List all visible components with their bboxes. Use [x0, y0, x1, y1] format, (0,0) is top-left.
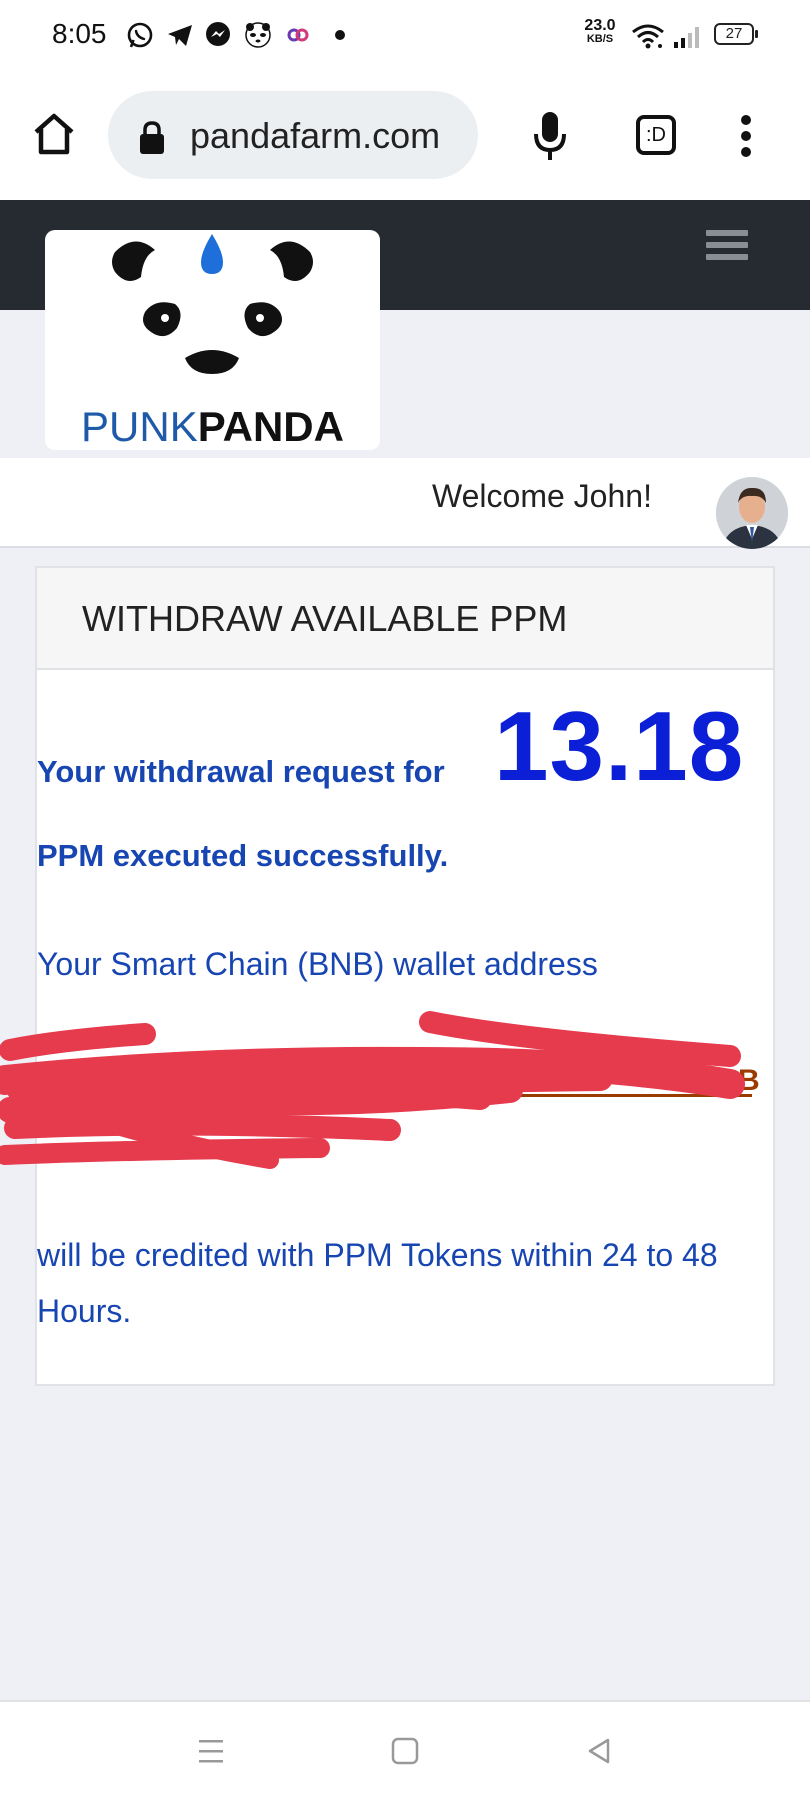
avatar[interactable] [716, 477, 788, 549]
net-speed: 23.0 KB/S [580, 18, 620, 45]
messenger-icon [206, 22, 230, 46]
welcome-message: Welcome John! [432, 478, 652, 514]
welcome-strip [0, 458, 810, 548]
link-app-icon [287, 28, 309, 42]
wifi-icon [632, 24, 664, 49]
lock-icon[interactable] [136, 120, 168, 156]
tab-switcher-icon[interactable]: :D [636, 115, 676, 155]
card-title: WITHDRAW AVAILABLE PPM [82, 598, 568, 639]
telegram-icon [168, 25, 192, 46]
whatsapp-icon [127, 22, 153, 48]
home-icon[interactable] [30, 110, 78, 158]
microphone-icon[interactable] [530, 108, 570, 164]
success-message-line1: Your withdrawal request for [37, 754, 445, 789]
brand-part-punk: PUNK [81, 403, 198, 450]
success-message-line2: PPM executed successfully. [37, 838, 449, 873]
status-time: 8:05 [52, 18, 107, 49]
credit-message: will be credited with PPM Tokens within … [37, 1237, 718, 1329]
user-avatar-icon [716, 477, 788, 549]
net-speed-unit: KB/S [586, 33, 614, 45]
dot-icon [335, 30, 345, 40]
more-vertical-icon[interactable] [736, 112, 756, 160]
panda-app-icon [245, 22, 271, 48]
battery-icon: 27 [714, 23, 758, 45]
net-speed-value: 23.0 [584, 17, 616, 34]
recent-apps-icon[interactable] [196, 1736, 226, 1766]
hamburger-menu-icon[interactable] [706, 230, 748, 266]
redaction-scribble [0, 1011, 745, 1169]
home-nav-icon[interactable] [390, 1736, 420, 1766]
signal-icon [674, 27, 699, 48]
wallet-label: Your Smart Chain (BNB) wallet address [37, 946, 598, 982]
url-text[interactable]: pandafarm.com [190, 115, 440, 157]
brand-name: PUNKPANDA [45, 403, 380, 451]
brand-part-panda: PANDA [197, 403, 344, 450]
withdraw-amount: 13.18 [494, 691, 745, 801]
panda-logo-icon [112, 234, 313, 374]
back-icon[interactable] [584, 1736, 614, 1766]
